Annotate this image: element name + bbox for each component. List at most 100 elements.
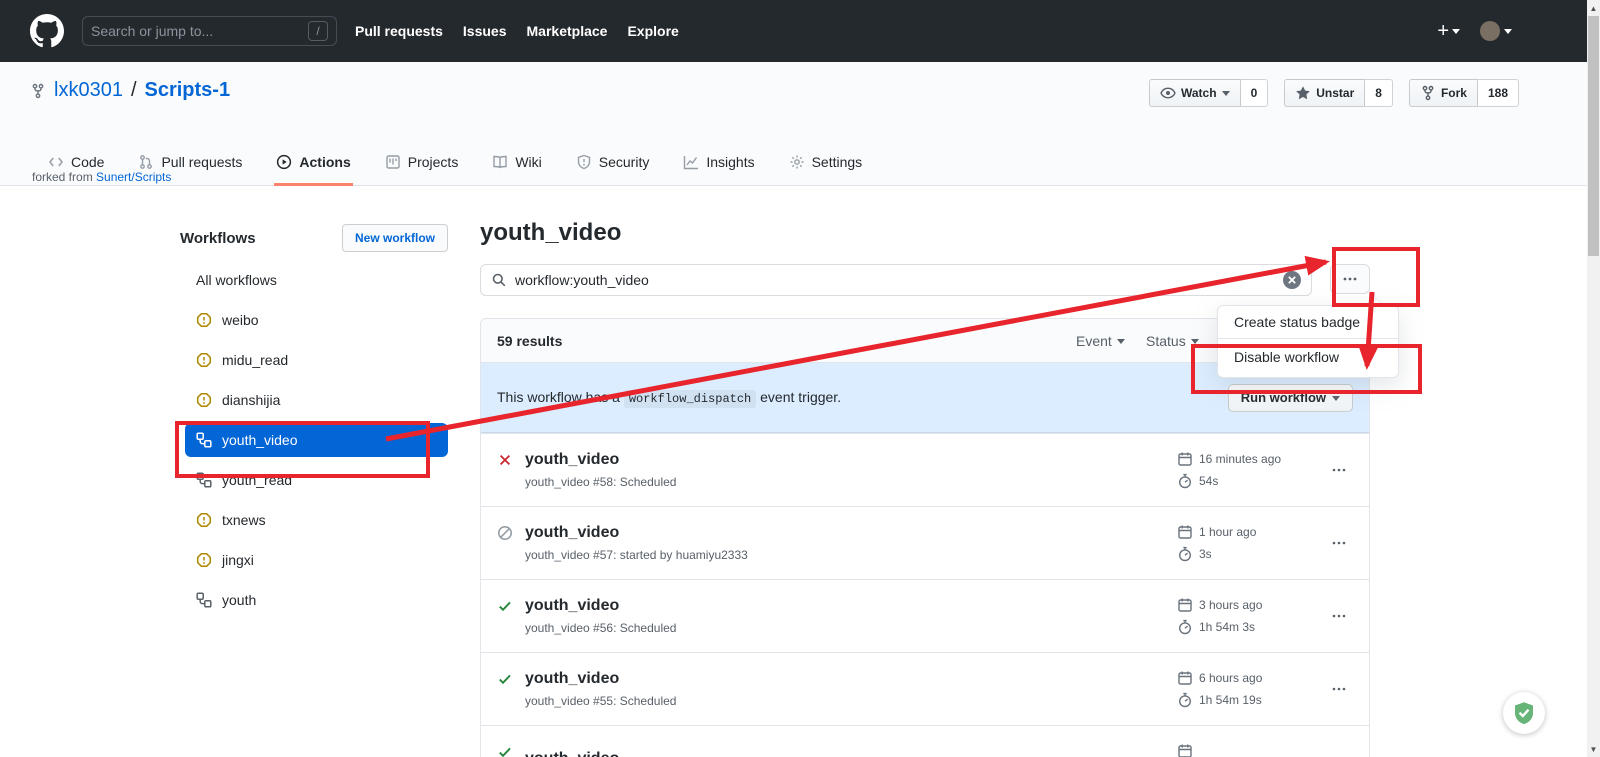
sidebar-item-txnews[interactable]: txnews <box>180 500 448 540</box>
tab-settings[interactable]: Settings <box>787 154 865 186</box>
kebab-horizontal-icon <box>1331 462 1347 478</box>
unstar-button[interactable]: Unstar <box>1284 79 1365 107</box>
page-scrollbar[interactable]: ▲ ▼ <box>1587 0 1600 757</box>
repo-header: lxk0301 / Scripts-1 forked from Sunert/S… <box>0 62 1600 186</box>
github-logo-icon[interactable] <box>30 14 64 48</box>
tab-label: Security <box>599 154 650 170</box>
run-options-button[interactable] <box>1325 748 1353 757</box>
eye-icon <box>1160 85 1176 101</box>
run-duration: 3s <box>1199 547 1212 561</box>
tab-label: Wiki <box>515 154 541 170</box>
clear-search-button[interactable] <box>1283 271 1301 289</box>
run-options-button[interactable] <box>1325 529 1353 557</box>
scroll-up-arrow[interactable]: ▲ <box>1587 1 1600 15</box>
workflow-icon <box>196 592 212 608</box>
create-new-menu[interactable]: + <box>1437 20 1460 43</box>
run-title-link[interactable]: youth_video <box>525 597 1177 615</box>
tab-insights[interactable]: Insights <box>681 154 756 186</box>
stopwatch-icon <box>1177 692 1193 708</box>
fork-count[interactable]: 188 <box>1478 79 1519 107</box>
sidebar-item-youth[interactable]: youth <box>180 580 448 620</box>
tab-actions[interactable]: Actions <box>274 154 352 186</box>
warning-octagon-icon <box>196 552 212 568</box>
global-nav: Pull requests Issues Marketplace Explore <box>355 23 679 39</box>
watch-label: Watch <box>1181 86 1217 100</box>
star-icon <box>1295 85 1311 101</box>
workflow-label: youth_video <box>222 432 298 448</box>
run-title-link[interactable]: youth_video <box>525 451 1177 469</box>
run-title-link[interactable]: youth_video <box>525 524 1177 542</box>
x-circle-icon <box>1283 271 1301 289</box>
status-filter-dropdown[interactable]: Status <box>1146 319 1199 363</box>
workflow-label: dianshijia <box>222 392 280 408</box>
run-options-button[interactable] <box>1325 456 1353 484</box>
user-menu[interactable] <box>1480 21 1512 41</box>
event-filter-label: Event <box>1076 333 1112 349</box>
run-options-button[interactable] <box>1325 602 1353 630</box>
chevron-down-icon <box>1332 396 1340 405</box>
scroll-down-arrow[interactable]: ▼ <box>1587 742 1600 756</box>
warning-octagon-icon <box>196 312 212 328</box>
plus-icon: + <box>1437 20 1449 43</box>
tab-pull-requests[interactable]: Pull requests <box>136 154 244 186</box>
slash-key-hint: / <box>308 21 328 41</box>
tab-code[interactable]: Code <box>46 154 106 186</box>
run-title-link[interactable]: youth_video <box>525 750 1177 757</box>
workflow-label: youth_read <box>222 472 292 488</box>
watch-button[interactable]: Watch <box>1149 79 1241 107</box>
runs-filter-input[interactable] <box>515 272 1275 288</box>
run-workflow-button[interactable]: Run workflow <box>1228 384 1353 412</box>
browser-extension-badge[interactable] <box>1503 692 1545 734</box>
global-search-input[interactable] <box>91 23 308 39</box>
global-search[interactable]: / <box>82 16 337 46</box>
sidebar-item-all-workflows[interactable]: All workflows <box>180 260 448 300</box>
check-success-icon <box>497 671 513 687</box>
fork-button[interactable]: Fork <box>1409 79 1478 107</box>
calendar-icon <box>1177 524 1193 540</box>
nav-pull-requests[interactable]: Pull requests <box>355 23 443 39</box>
run-options-button[interactable] <box>1325 675 1353 703</box>
menu-item-create-status-badge[interactable]: Create status badge <box>1218 306 1398 338</box>
sidebar-item-jingxi[interactable]: jingxi <box>180 540 448 580</box>
nav-marketplace[interactable]: Marketplace <box>527 23 608 39</box>
run-row: youth_video <box>481 725 1369 757</box>
unstar-label: Unstar <box>1316 86 1354 100</box>
book-icon <box>492 154 508 170</box>
run-row: youth_video youth_video #57: started by … <box>481 506 1369 579</box>
global-header: / Pull requests Issues Marketplace Explo… <box>0 0 1600 62</box>
banner-code: workflow_dispatch <box>624 390 756 408</box>
graph-icon <box>683 154 699 170</box>
star-count[interactable]: 8 <box>1365 79 1393 107</box>
github-actions-page: / Pull requests Issues Marketplace Explo… <box>0 0 1600 757</box>
calendar-icon <box>1177 451 1193 467</box>
runs-filter-search[interactable] <box>480 264 1312 296</box>
sidebar-item-youth-video[interactable]: youth_video <box>185 423 448 457</box>
run-subtitle: youth_video #57: started by huamiyu2333 <box>525 548 1177 562</box>
menu-item-disable-workflow[interactable]: Disable workflow <box>1218 338 1398 377</box>
event-filter-dropdown[interactable]: Event <box>1076 319 1125 363</box>
nav-issues[interactable]: Issues <box>463 23 507 39</box>
run-row: youth_video youth_video #56: Scheduled 3… <box>481 579 1369 652</box>
workflow-options-button[interactable] <box>1330 264 1370 294</box>
run-title-link[interactable]: youth_video <box>525 670 1177 688</box>
workflow-label: txnews <box>222 512 266 528</box>
tab-wiki[interactable]: Wiki <box>490 154 543 186</box>
repo-name-link[interactable]: Scripts-1 <box>145 79 231 102</box>
sidebar-item-youth-read[interactable]: youth_read <box>180 460 448 500</box>
watch-count[interactable]: 0 <box>1241 79 1269 107</box>
run-workflow-label: Run workflow <box>1241 390 1326 405</box>
sidebar-item-dianshijia[interactable]: dianshijia <box>180 380 448 420</box>
tab-security[interactable]: Security <box>574 154 652 186</box>
scrollbar-thumb[interactable] <box>1588 16 1599 256</box>
repo-title: lxk0301 / Scripts-1 <box>30 79 230 102</box>
new-workflow-button[interactable]: New workflow <box>342 224 448 252</box>
workflows-sidebar: Workflows New workflow All workflows wei… <box>180 224 448 620</box>
sidebar-item-weibo[interactable]: weibo <box>180 300 448 340</box>
repo-owner-link[interactable]: lxk0301 <box>54 79 123 102</box>
stopwatch-icon <box>1177 473 1193 489</box>
tab-projects[interactable]: Projects <box>383 154 461 186</box>
play-circle-icon <box>276 154 292 170</box>
tab-label: Code <box>71 154 104 170</box>
sidebar-item-midu-read[interactable]: midu_read <box>180 340 448 380</box>
nav-explore[interactable]: Explore <box>627 23 678 39</box>
